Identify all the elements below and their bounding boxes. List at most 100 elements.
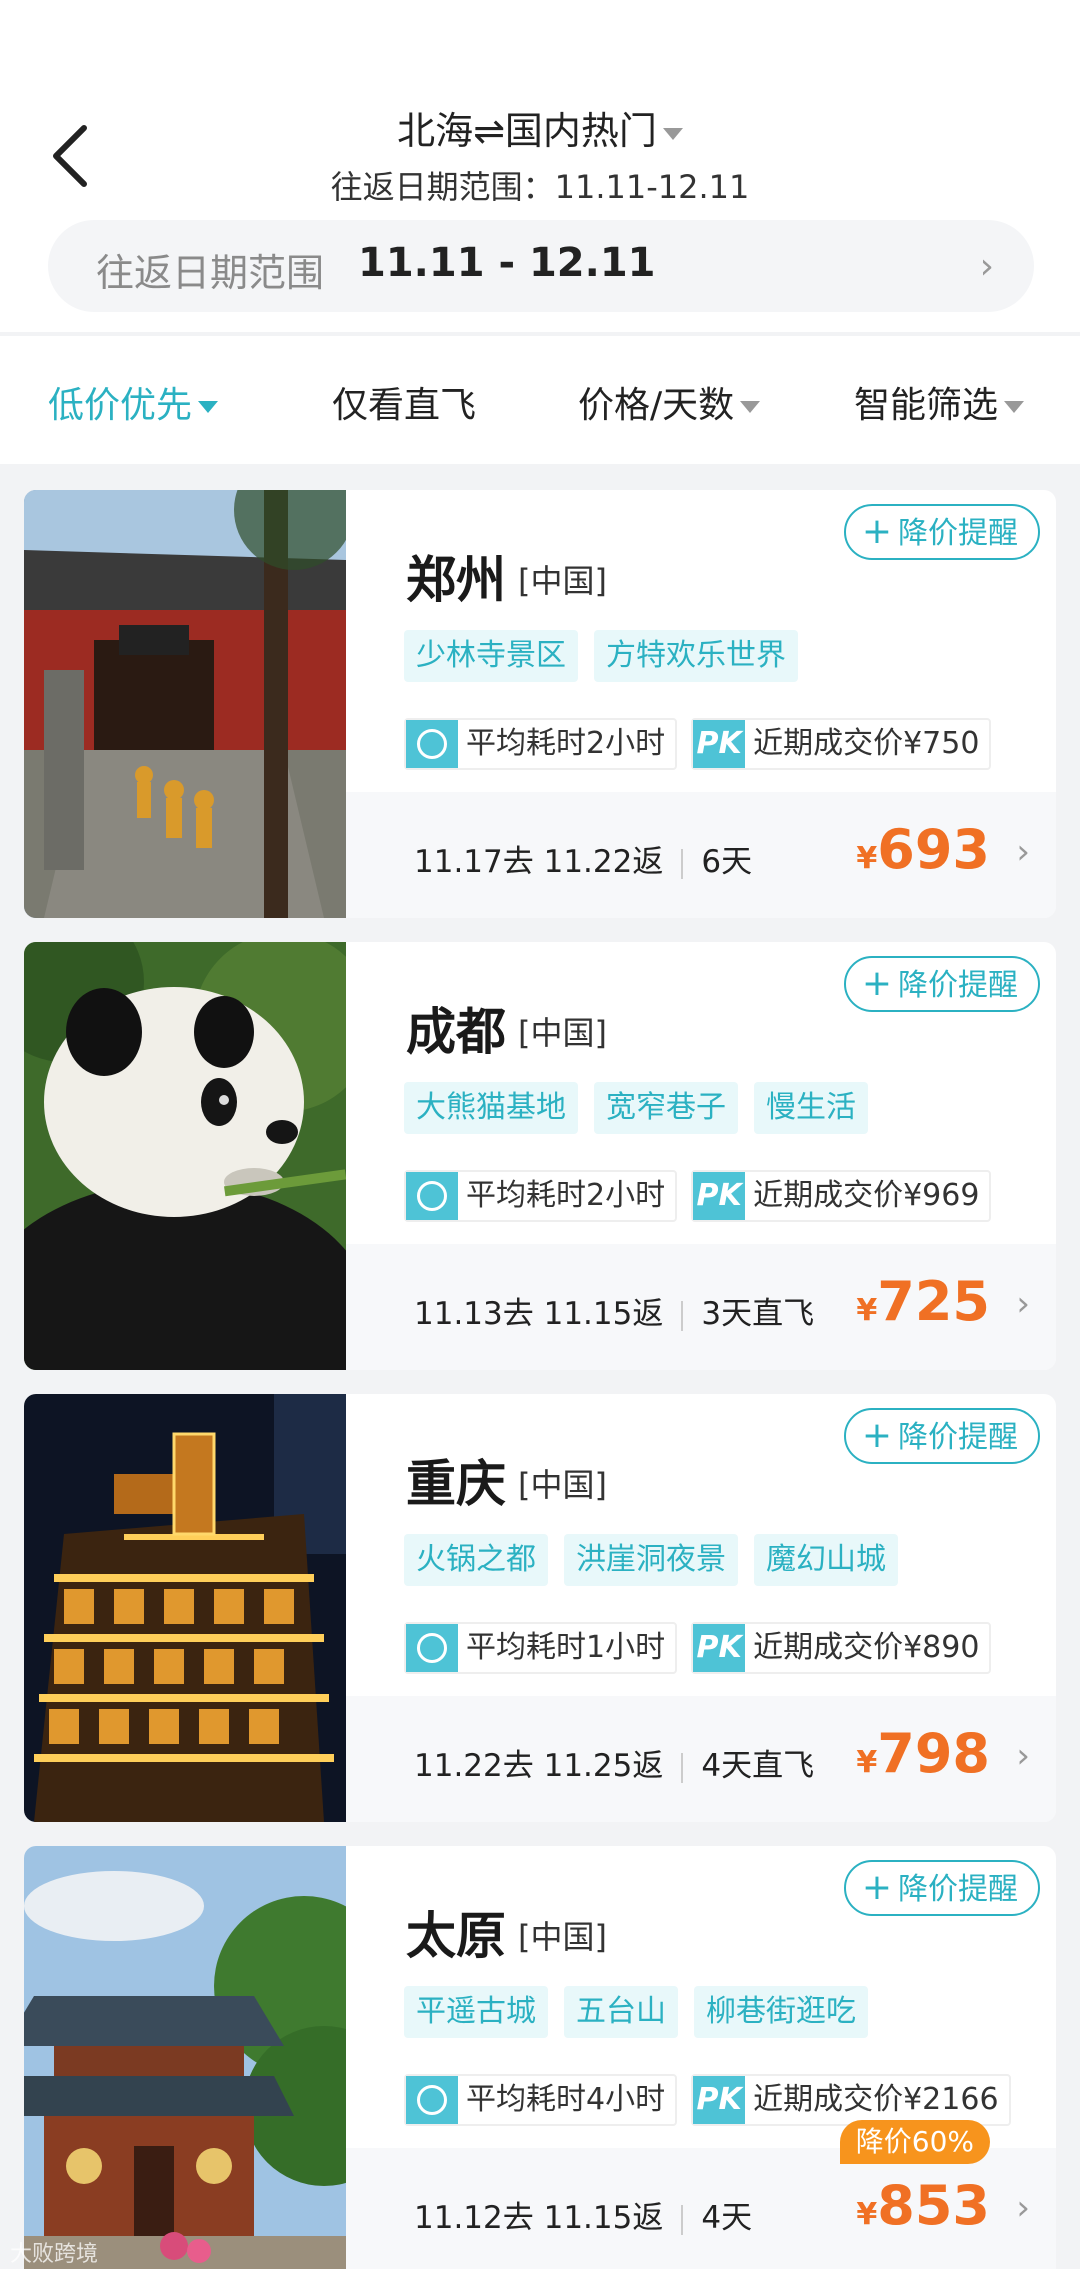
- attraction-tag[interactable]: 慢生活: [754, 1082, 868, 1134]
- attraction-tag[interactable]: 魔幻山城: [754, 1534, 898, 1586]
- alert-label: 降价提醒: [898, 1420, 1018, 1455]
- return-date: 11.22返: [543, 844, 664, 880]
- city-name: 重庆: [406, 1455, 506, 1513]
- filter-bar: 低价优先 仅看直飞 价格/天数 智能筛选: [0, 336, 1080, 464]
- destination-card[interactable]: 重庆 [中国] + 降价提醒 火锅之都 洪崖洞夜景 魔幻山城 平均耗时1小时 PK 近期成…: [24, 1394, 1056, 1822]
- metrics: 平均耗时2小时 PK 近期成交价¥969: [404, 1170, 1005, 1222]
- card-info: 郑州 [中国] + 降价提醒 少林寺景区 方特欢乐世界 平均耗时2小时 PK 近期成交价…: [346, 490, 1056, 918]
- currency-symbol: ¥: [856, 841, 878, 876]
- price-value: 725: [877, 1270, 990, 1333]
- clock-icon: [406, 1172, 458, 1220]
- tag-list: 平遥古城 五台山 柳巷街逛吃: [404, 1986, 884, 2038]
- price-value: 798: [877, 1722, 990, 1785]
- pk-icon: PK: [693, 2076, 746, 2124]
- route-title[interactable]: 北海⇌国内热门: [0, 100, 1080, 155]
- chevron-right-icon: ›: [1016, 1284, 1030, 1324]
- destination-card[interactable]: 成都 [中国] + 降价提醒 大熊猫基地 宽窄巷子 慢生活 平均耗时2小时 PK 近期成交…: [24, 942, 1056, 1370]
- filter-label: 仅看直飞: [332, 385, 477, 426]
- trip-summary[interactable]: 11.13去 11.15返 3天直飞 ¥725 ›: [346, 1244, 1056, 1370]
- destination-card[interactable]: 太原 [中国] + 降价提醒 平遥古城 五台山 柳巷街逛吃 平均耗时4小时 PK 近期成交…: [24, 1846, 1056, 2269]
- depart-date: 11.17去: [414, 844, 534, 880]
- attraction-tag[interactable]: 柳巷街逛吃: [694, 1986, 868, 2038]
- price: ¥798: [856, 1722, 990, 1785]
- card-info: 太原 [中国] + 降价提醒 平遥古城 五台山 柳巷街逛吃 平均耗时4小时 PK 近期成交…: [346, 1846, 1056, 2269]
- destination-photo-hongyadong-night: [24, 1394, 346, 1822]
- chevron-right-icon: ›: [979, 246, 994, 287]
- depart-date: 11.12去: [414, 2200, 534, 2236]
- metrics: 平均耗时4小时 PK 近期成交价¥2166: [404, 2074, 1025, 2126]
- filter-low-price[interactable]: 低价优先: [48, 376, 219, 428]
- trip-duration: 4天: [701, 2200, 753, 2236]
- dropdown-caret-icon: [198, 401, 219, 413]
- trip-summary[interactable]: 降价60% 11.12去 11.15返 4天 ¥853 ›: [346, 2120, 1056, 2269]
- country-label: [中国]: [518, 1918, 607, 1956]
- trip-summary[interactable]: 11.22去 11.25返 4天直飞 ¥798 ›: [346, 1696, 1056, 1822]
- chevron-right-icon: ›: [1016, 1736, 1030, 1776]
- card-info: 重庆 [中国] + 降价提醒 火锅之都 洪崖洞夜景 魔幻山城 平均耗时1小时 PK 近期成…: [346, 1394, 1056, 1822]
- date-range-selector[interactable]: 往返日期范围 11.11 - 12.11 ›: [48, 220, 1034, 312]
- attraction-tag[interactable]: 洪崖洞夜景: [564, 1534, 738, 1586]
- trip-dates: 11.22去 11.25返 4天直飞: [414, 1740, 814, 1785]
- city-name: 成都: [406, 1003, 506, 1061]
- price-value: 693: [877, 818, 990, 881]
- country-label: [中国]: [518, 1466, 607, 1504]
- pk-icon: PK: [693, 1624, 746, 1672]
- avg-time-metric: 平均耗时2小时: [404, 1170, 678, 1222]
- plus-icon: +: [861, 511, 892, 552]
- dropdown-caret-icon: [740, 401, 761, 413]
- alert-label: 降价提醒: [898, 968, 1018, 1003]
- price: ¥693: [856, 818, 990, 881]
- trip-dates: 11.17去 11.22返 6天: [414, 836, 752, 881]
- tag-list: 少林寺景区 方特欢乐世界: [404, 630, 814, 682]
- depart-date: 11.13去: [414, 1296, 534, 1332]
- attraction-tag[interactable]: 少林寺景区: [404, 630, 578, 682]
- filter-label: 智能筛选: [854, 385, 999, 426]
- trip-dates: 11.12去 11.15返 4天: [414, 2192, 752, 2237]
- divider: [681, 848, 684, 879]
- trip-summary[interactable]: 11.17去 11.22返 6天 ¥693 ›: [346, 792, 1056, 918]
- clock-icon: [406, 2076, 458, 2124]
- price-drop-alert-button[interactable]: + 降价提醒: [843, 956, 1040, 1012]
- filter-direct-only[interactable]: 仅看直飞: [332, 376, 476, 428]
- divider: [681, 1300, 684, 1331]
- currency-symbol: ¥: [856, 1745, 878, 1780]
- city-name: 郑州: [406, 551, 506, 609]
- pk-icon: PK: [693, 720, 746, 768]
- attraction-tag[interactable]: 火锅之都: [404, 1534, 548, 1586]
- card-info: 成都 [中国] + 降价提醒 大熊猫基地 宽窄巷子 慢生活 平均耗时2小时 PK 近期成交…: [346, 942, 1056, 1370]
- destination-photo-panda: [24, 942, 346, 1370]
- attraction-tag[interactable]: 五台山: [564, 1986, 678, 2038]
- chevron-right-icon: ›: [1016, 832, 1030, 872]
- pk-icon: PK: [693, 1172, 746, 1220]
- price-drop-alert-button[interactable]: + 降价提醒: [843, 1860, 1040, 1916]
- destination-photo-shaolin-temple: [24, 490, 346, 918]
- destination-card[interactable]: 郑州 [中国] + 降价提醒 少林寺景区 方特欢乐世界 平均耗时2小时 PK 近期成交价…: [24, 490, 1056, 918]
- tag-list: 大熊猫基地 宽窄巷子 慢生活: [404, 1082, 884, 1134]
- country-label: [中国]: [518, 562, 607, 600]
- price-drop-alert-button[interactable]: + 降价提醒: [843, 1408, 1040, 1464]
- alert-label: 降价提醒: [898, 1872, 1018, 1907]
- attraction-tag[interactable]: 方特欢乐世界: [594, 630, 798, 682]
- filter-price-days[interactable]: 价格/天数: [578, 376, 761, 428]
- metrics: 平均耗时1小时 PK 近期成交价¥890: [404, 1622, 1005, 1674]
- trip-duration: 6天: [701, 844, 753, 880]
- attraction-tag[interactable]: 大熊猫基地: [404, 1082, 578, 1134]
- filter-smart[interactable]: 智能筛选: [854, 376, 1025, 428]
- country-label: [中国]: [518, 1014, 607, 1052]
- avg-time-metric: 平均耗时2小时: [404, 718, 678, 770]
- attraction-tag[interactable]: 宽窄巷子: [594, 1082, 738, 1134]
- chevron-right-icon: ›: [1016, 2188, 1030, 2228]
- destination-photo-ancient-temple: [24, 1846, 346, 2269]
- attraction-tag[interactable]: 平遥古城: [404, 1986, 548, 2038]
- watermark: 大败跨境: [10, 2242, 99, 2267]
- trip-duration: 3天直飞: [701, 1296, 815, 1332]
- recent-price-metric: PK 近期成交价¥2166: [691, 2074, 1011, 2126]
- return-date: 11.15返: [543, 1296, 664, 1332]
- plus-icon: +: [861, 963, 892, 1004]
- date-range-label: 往返日期范围: [96, 251, 325, 295]
- city-name: 太原: [406, 1907, 506, 1965]
- filter-label: 价格/天数: [578, 385, 735, 426]
- route-title-text: 北海⇌国内热门: [397, 109, 657, 153]
- price-drop-alert-button[interactable]: + 降价提醒: [843, 504, 1040, 560]
- divider: [681, 1752, 684, 1783]
